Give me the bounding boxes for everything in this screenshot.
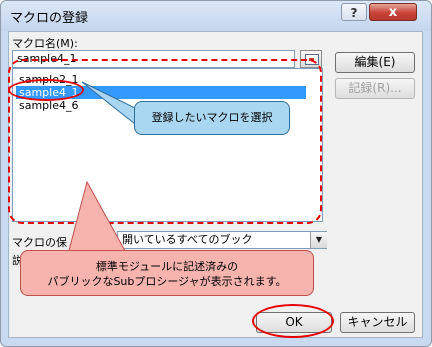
note-callout-line1: 標準モジュールに記述済みの	[95, 260, 239, 273]
select-macro-callout: 登録したいマクロを選択	[134, 101, 290, 135]
location-select-value: 開いているすべてのブック	[122, 233, 253, 246]
macro-name-label: マクロ名(M):	[12, 37, 78, 50]
ok-button-ring-annotation	[252, 304, 334, 338]
edit-button[interactable]: 編集(E)	[335, 52, 415, 73]
close-button[interactable]: x	[369, 3, 417, 21]
record-button[interactable]: 記録(R)...	[335, 78, 415, 99]
selected-item-ring-annotation	[8, 79, 84, 101]
callout-pointer-pink	[66, 180, 130, 259]
note-callout-line2: パブリックなSubプロシージャが表示されます。	[47, 275, 287, 288]
title-bar: マクロの登録 ? x	[1, 1, 431, 31]
help-button[interactable]: ?	[341, 3, 367, 21]
select-macro-callout-text: 登録したいマクロを選択	[151, 111, 273, 124]
location-select[interactable]: 開いているすべてのブック	[117, 231, 327, 249]
callout-pointer-blue	[81, 81, 136, 126]
dropdown-arrow-icon[interactable]: ▼	[310, 232, 327, 248]
cancel-button[interactable]: キャンセル	[340, 312, 415, 333]
dialog-title: マクロの登録	[10, 11, 89, 26]
note-callout: 標準モジュールに記述済みの パブリックなSubプロシージャが表示されます。	[20, 250, 314, 296]
